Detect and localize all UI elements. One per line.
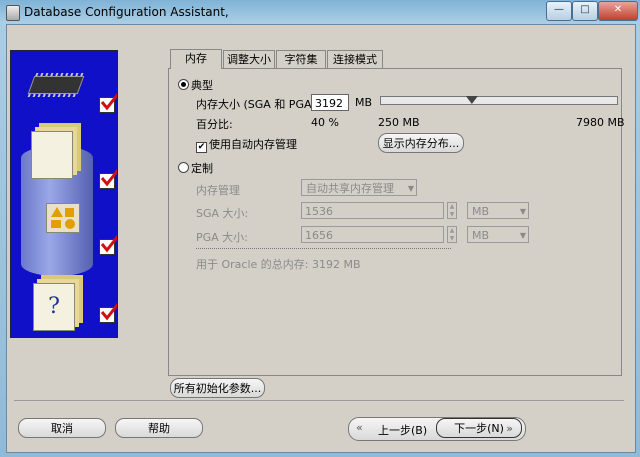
pga-unit-value: MB [472,229,490,242]
app-icon [6,5,20,21]
step-check-icon [99,235,117,255]
chevron-down-icon: ▼ [519,207,526,216]
percent-value: 40 % [311,116,339,129]
checkbox-checked-icon: ✔ [196,142,207,153]
divider [196,248,451,249]
memory-mgmt-label: 内存管理 [196,184,240,197]
window-title: Database Configuration Assistant, [24,5,229,19]
chevron-down-icon: ▼ [519,231,526,240]
dbca-window: Database Configuration Assistant, — □ ✕ … [0,0,640,457]
sga-spinner[interactable]: ▲ ▼ [447,202,457,219]
memory-size-label: 内存大小 (SGA 和 PGA): [196,98,320,111]
tab-memory[interactable]: 内存 [170,49,222,69]
back-arrow-icon: « [356,421,363,434]
memory-unit-label: MB [355,96,373,109]
memory-size-input[interactable]: 3192 [311,94,349,111]
tab-charset[interactable]: 字符集 [276,50,326,68]
next-arrow-icon: » [506,422,513,435]
footer-separator [14,400,624,401]
typical-label: 典型 [191,79,213,92]
slider-max-label: 7980 MB [576,116,625,129]
radio-selected-icon [178,79,189,90]
custom-radio[interactable]: 定制 [178,160,213,176]
memory-mgmt-select[interactable]: 自动共享内存管理 ▼ [301,179,417,196]
next-button[interactable]: 下一步(N) » [436,418,522,438]
pga-size-label: PGA 大小: [196,231,248,244]
chip-icon [27,76,85,94]
show-memory-distribution-button[interactable]: 显示内存分布... [378,133,464,153]
cancel-button[interactable]: 取消 [18,418,106,438]
pga-spinner[interactable]: ▲ ▼ [447,226,457,243]
memory-mgmt-value: 自动共享内存管理 [306,182,394,195]
sga-unit-value: MB [472,205,490,218]
total-memory-text: 用于 Oracle 的总内存: 3192 MB [196,258,361,271]
radio-unselected-icon [178,162,189,173]
close-button[interactable]: ✕ [598,1,638,21]
typical-radio[interactable]: 典型 [178,77,213,93]
tab-connection-mode[interactable]: 连接模式 [327,50,383,68]
minimize-button[interactable]: — [546,1,572,21]
documents-icon [31,131,73,179]
help-button[interactable]: 帮助 [115,418,203,438]
all-init-params-button[interactable]: 所有初始化参数... [170,378,265,398]
wizard-illustration: ? [10,50,118,338]
sga-size-input[interactable]: 1536 [301,202,444,219]
back-button[interactable]: 上一步(B) [378,422,427,438]
sga-unit-select[interactable]: MB ▼ [467,202,529,219]
memory-slider[interactable] [380,96,618,105]
step-check-icon [99,93,117,113]
step-check-icon [99,169,117,189]
tab-sizing[interactable]: 调整大小 [223,50,275,68]
memory-tab-panel [168,68,622,376]
title-bar: Database Configuration Assistant, — □ ✕ [0,0,640,24]
auto-memory-label: 使用自动内存管理 [209,138,297,151]
shapes-icon [46,203,80,233]
percent-label: 百分比: [196,118,233,131]
sga-size-label: SGA 大小: [196,207,249,220]
pga-unit-select[interactable]: MB ▼ [467,226,529,243]
help-docs-icon: ? [33,283,75,331]
auto-memory-checkbox[interactable]: ✔ 使用自动内存管理 [196,136,297,153]
chevron-down-icon: ▼ [407,184,414,193]
slider-min-label: 250 MB [378,116,420,129]
maximize-button[interactable]: □ [572,1,598,21]
pga-size-input[interactable]: 1656 [301,226,444,243]
next-label: 下一步(N) [454,422,504,435]
custom-label: 定制 [191,162,213,175]
step-check-icon [99,303,117,323]
